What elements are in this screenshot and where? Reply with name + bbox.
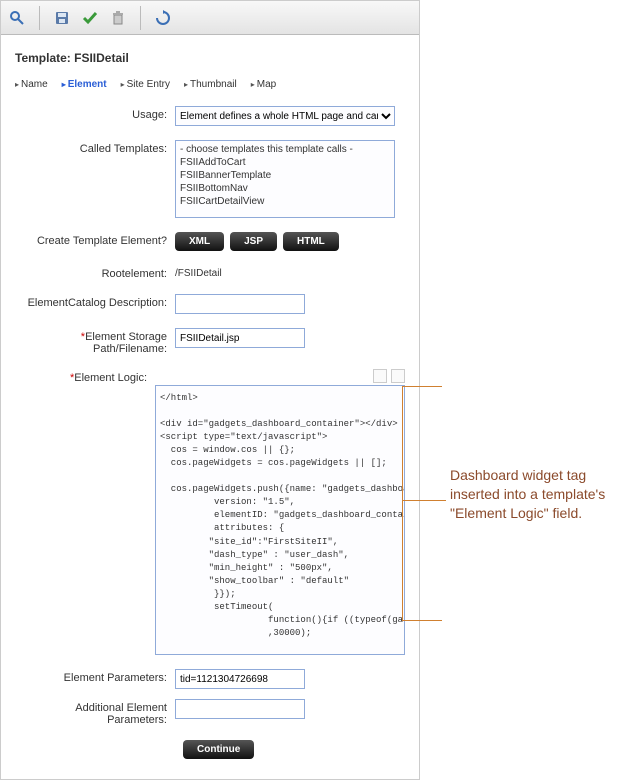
- tab-name[interactable]: Name: [15, 79, 48, 90]
- tab-thumbnail[interactable]: Thumbnail: [184, 79, 237, 90]
- annotation-column: Dashboard widget tag inserted into a tem…: [420, 0, 640, 780]
- additional-element-parameters-input[interactable]: [175, 699, 305, 719]
- list-item[interactable]: - choose templates this template calls -: [178, 143, 392, 156]
- called-templates-list[interactable]: - choose templates this template calls -…: [175, 140, 395, 218]
- form-content: Template: FSIIDetail Name Element Site E…: [1, 35, 419, 779]
- list-item[interactable]: FSIICartDetailView: [178, 195, 392, 208]
- element-storage-label: *Element Storage Path/Filename:: [15, 328, 175, 355]
- elementcatalog-desc-label: ElementCatalog Description:: [15, 294, 175, 309]
- callout-connector: [402, 500, 446, 501]
- element-parameters-label: Element Parameters:: [15, 669, 175, 684]
- expand-icon[interactable]: [373, 369, 387, 383]
- additional-element-parameters-label: Additional Element Parameters:: [15, 699, 175, 726]
- inspect-icon[interactable]: [7, 8, 27, 28]
- usage-select[interactable]: Element defines a whole HTML page and ca…: [175, 106, 395, 126]
- toolbar-separator: [140, 6, 141, 30]
- tabs: Name Element Site Entry Thumbnail Map: [15, 79, 405, 90]
- callout-connector: [402, 620, 442, 621]
- element-parameters-input[interactable]: [175, 669, 305, 689]
- element-logic-code[interactable]: </html> <div id="gadgets_dashboard_conta…: [155, 385, 405, 655]
- page-title: Template: FSIIDetail: [15, 51, 405, 65]
- list-item[interactable]: FSIIBottomNav: [178, 182, 392, 195]
- html-button[interactable]: HTML: [283, 232, 339, 251]
- template-editor-panel: Template: FSIIDetail Name Element Site E…: [0, 0, 420, 780]
- usage-label: Usage:: [15, 106, 175, 121]
- element-storage-input[interactable]: [175, 328, 305, 348]
- collapse-icon[interactable]: [391, 369, 405, 383]
- tab-element[interactable]: Element: [62, 79, 107, 90]
- xml-button[interactable]: XML: [175, 232, 224, 251]
- toolbar: [1, 1, 419, 35]
- approve-icon[interactable]: [80, 8, 100, 28]
- title-prefix: Template:: [15, 51, 71, 65]
- logic-toolbar: [155, 369, 405, 383]
- annotation-text: Dashboard widget tag inserted into a tem…: [450, 466, 620, 523]
- continue-button[interactable]: Continue: [183, 740, 254, 759]
- save-icon[interactable]: [52, 8, 72, 28]
- create-template-element-label: Create Template Element?: [15, 232, 175, 247]
- toolbar-separator: [39, 6, 40, 30]
- rootelement-value: /FSIIDetail: [175, 265, 405, 279]
- callout-connector: [402, 386, 403, 620]
- list-item[interactable]: FSIIAddToCart: [178, 156, 392, 169]
- refresh-icon[interactable]: [153, 8, 173, 28]
- list-item[interactable]: FSIIBannerTemplate: [178, 169, 392, 182]
- create-template-buttons: XML JSP HTML: [175, 232, 405, 251]
- elementcatalog-desc-input[interactable]: [175, 294, 305, 314]
- called-templates-label: Called Templates:: [15, 140, 175, 155]
- title-value: FSIIDetail: [74, 51, 129, 65]
- tab-site-entry[interactable]: Site Entry: [121, 79, 170, 90]
- jsp-button[interactable]: JSP: [230, 232, 277, 251]
- rootelement-label: Rootelement:: [15, 265, 175, 280]
- tab-map[interactable]: Map: [251, 79, 276, 90]
- delete-icon[interactable]: [108, 8, 128, 28]
- element-logic-label: *Element Logic:: [15, 369, 155, 384]
- element-logic-box: </html> <div id="gadgets_dashboard_conta…: [155, 369, 405, 655]
- callout-connector: [402, 386, 442, 387]
